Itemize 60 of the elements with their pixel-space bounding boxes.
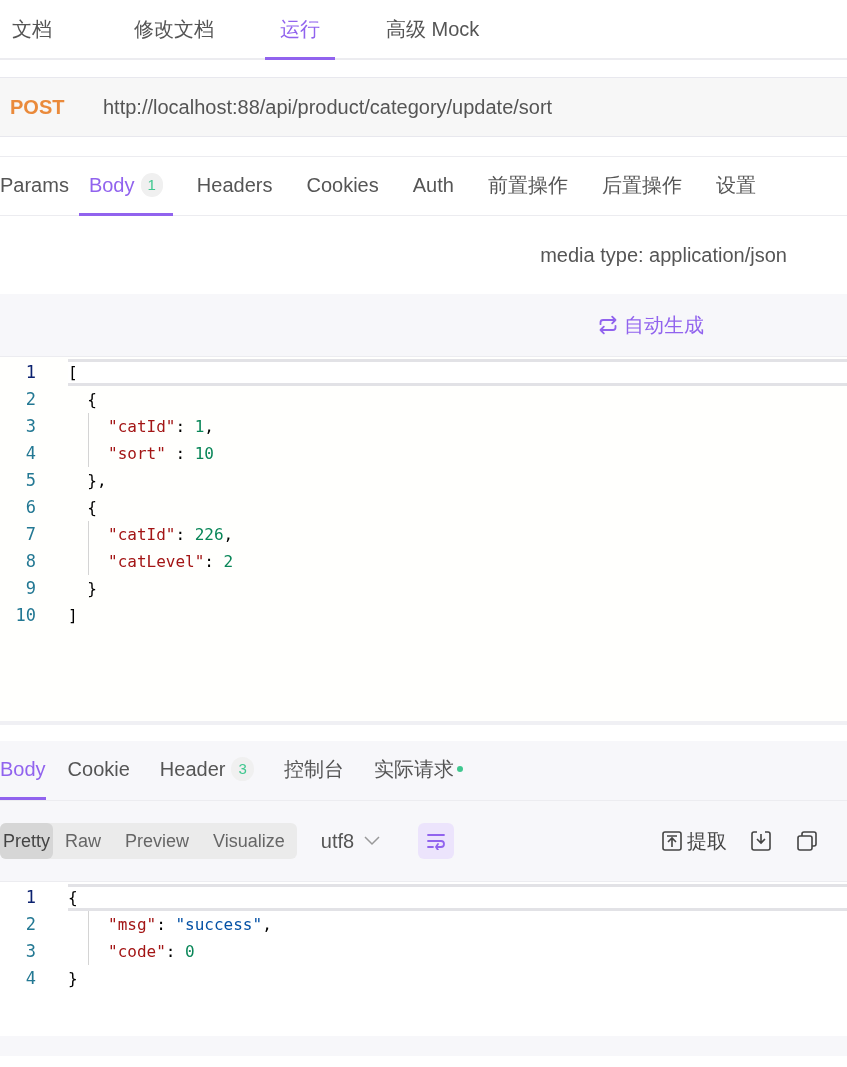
url-text[interactable]: http://localhost:88/api/product/category/update/sort	[103, 92, 553, 122]
media-type-label: media type: application/json	[540, 243, 787, 268]
line-number: 7	[24, 522, 36, 546]
tab[interactable]: 前置操作	[477, 157, 578, 216]
line-number: 4	[24, 966, 36, 990]
tab[interactable]: Cookie	[59, 741, 138, 800]
line-number: 6	[24, 495, 36, 519]
tab[interactable]: Headers	[186, 157, 283, 216]
view-mode-button[interactable]: Preview	[113, 823, 202, 859]
tab[interactable]: 设置	[705, 157, 766, 216]
line-number: 5	[24, 468, 36, 492]
line-number: 3	[24, 414, 36, 438]
tab[interactable]: 运行	[265, 0, 335, 60]
line-number: 9	[24, 576, 36, 600]
code-line: }	[68, 967, 79, 990]
count-badge: 3	[231, 756, 254, 782]
count-badge: 1	[140, 172, 163, 198]
view-mode-button[interactable]: Visualize	[201, 823, 297, 859]
code-line: "catId": 1,	[68, 413, 847, 440]
tab[interactable]: Body 1	[78, 157, 173, 216]
extract-button[interactable]: 提取	[662, 826, 727, 856]
tab[interactable]: Cookies	[296, 157, 389, 216]
line-number: 2	[24, 387, 36, 411]
code-line: {	[86, 388, 98, 411]
view-mode-button[interactable]: Pretty	[0, 823, 53, 859]
download-icon	[751, 831, 771, 851]
line-number: 1	[24, 360, 36, 384]
code-line: "catId": 226,	[68, 521, 847, 548]
swap-icon	[598, 315, 618, 335]
code-line: },	[86, 469, 108, 492]
tab[interactable]: 文档	[0, 0, 67, 60]
wrap-icon	[426, 832, 447, 850]
code-line: ]	[68, 604, 79, 627]
code-line: "catLevel": 2	[68, 548, 847, 575]
code-line: {	[86, 496, 98, 519]
code-line: "sort" : 10	[68, 440, 847, 467]
upload-icon	[662, 831, 682, 851]
line-number: 8	[24, 549, 36, 573]
tab[interactable]: 高级 Mock	[371, 0, 495, 60]
wrap-toggle[interactable]	[418, 823, 455, 859]
tab[interactable]: 控制台	[275, 741, 352, 800]
tab[interactable]: Params	[0, 157, 69, 216]
encoding-select[interactable]: utf8	[320, 826, 381, 856]
tab[interactable]: 实际请求	[365, 741, 471, 800]
copy-icon	[797, 831, 817, 851]
view-mode-button[interactable]: Raw	[53, 823, 114, 859]
code-line: "code": 0	[68, 938, 847, 965]
line-number: 10	[14, 603, 36, 627]
line-number: 2	[24, 912, 36, 936]
line-number: 1	[24, 885, 36, 909]
code-line: "msg": "success",	[68, 911, 847, 938]
tab[interactable]: Header 3	[151, 741, 262, 800]
line-number: 3	[24, 939, 36, 963]
chevron-down-icon	[364, 836, 381, 846]
tab[interactable]: 后置操作	[591, 157, 692, 216]
tab[interactable]: 修改文档	[119, 0, 229, 60]
auto-generate-button[interactable]: 自动生成	[598, 310, 704, 340]
tab[interactable]: Auth	[402, 157, 464, 216]
line-number: 4	[24, 441, 36, 465]
code-line: }	[86, 577, 98, 600]
